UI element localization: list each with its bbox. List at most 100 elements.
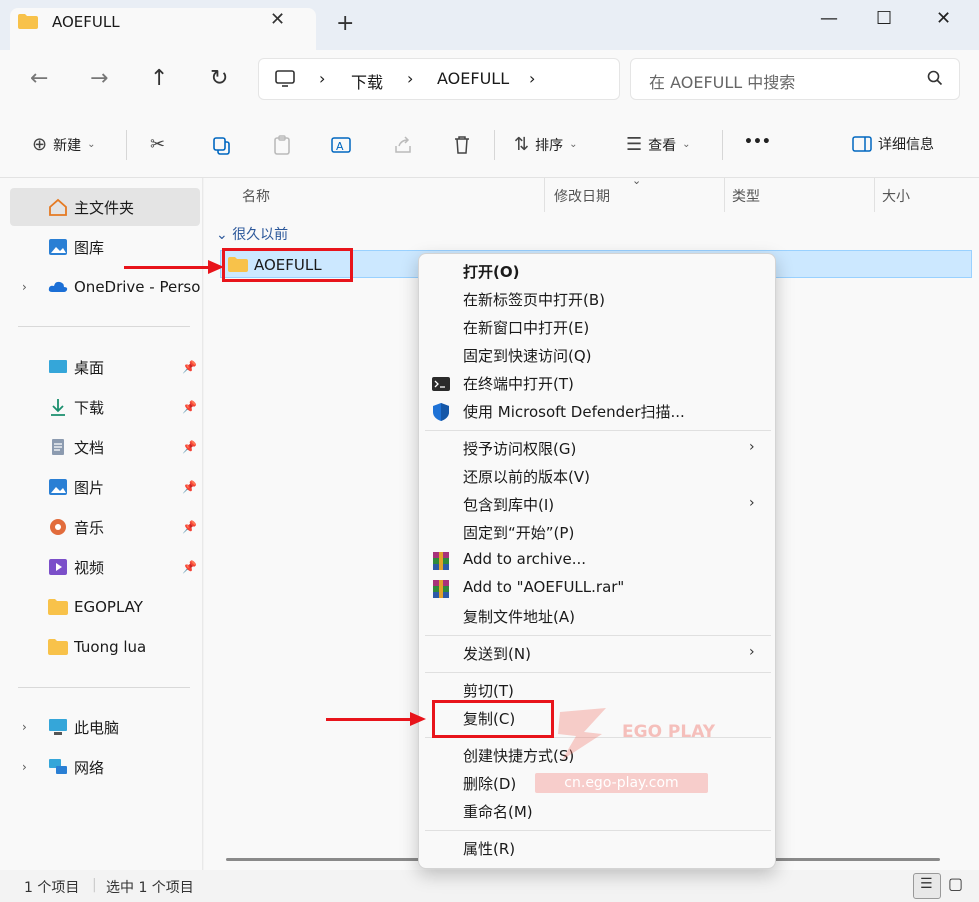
sidebar-item-music[interactable]: 音乐 📌 bbox=[10, 508, 200, 546]
chevron-down-icon: ⌄ bbox=[216, 227, 233, 243]
menu-item-grant-access[interactable]: 授予访问权限(G) › bbox=[419, 435, 775, 463]
details-button[interactable]: 详细信息 bbox=[852, 134, 934, 154]
cut-icon[interactable]: ✂ bbox=[150, 134, 165, 155]
column-divider[interactable] bbox=[874, 178, 875, 212]
pictures-icon bbox=[49, 479, 67, 495]
sort-button[interactable]: ⇅ 排序 ⌄ bbox=[514, 134, 577, 155]
navigation-pane: 主文件夹 图库 › OneDrive - Personal 桌面 📌 下载 📌 … bbox=[0, 178, 203, 870]
chevron-right-icon[interactable]: › bbox=[22, 280, 27, 294]
network-icon bbox=[49, 759, 67, 774]
menu-item-rename[interactable]: 重命名(M) bbox=[419, 798, 775, 826]
column-header-type[interactable]: 类型 bbox=[732, 186, 760, 206]
sidebar-item-documents[interactable]: 文档 📌 bbox=[10, 428, 200, 466]
back-icon[interactable]: ← bbox=[30, 66, 48, 91]
column-header-modified[interactable]: 修改日期 bbox=[554, 186, 610, 206]
menu-item-pin-quick-access[interactable]: 固定到快速访问(Q) bbox=[419, 342, 775, 370]
watermark-logo-icon bbox=[558, 708, 606, 760]
column-divider[interactable] bbox=[724, 178, 725, 212]
menu-item-pin-start[interactable]: 固定到“开始”(P) bbox=[419, 519, 775, 547]
folder-icon bbox=[48, 639, 68, 655]
close-tab-icon[interactable]: ✕ bbox=[270, 9, 285, 30]
delete-icon[interactable] bbox=[452, 134, 472, 156]
details-pane-icon bbox=[852, 136, 872, 152]
sidebar-item-gallery[interactable]: 图库 bbox=[10, 228, 200, 266]
sidebar-item-network[interactable]: › 网络 bbox=[10, 748, 200, 786]
sidebar-item-pictures[interactable]: 图片 📌 bbox=[10, 468, 200, 506]
menu-item-open-new-window[interactable]: 在新窗口中打开(E) bbox=[419, 314, 775, 342]
view-label: 查看 bbox=[648, 137, 677, 154]
menu-item-restore-versions[interactable]: 还原以前的版本(V) bbox=[419, 463, 775, 491]
sort-icon: ⇅ bbox=[514, 134, 530, 155]
paste-icon[interactable] bbox=[272, 134, 292, 156]
menu-item-add-rar[interactable]: Add to "AOEFULL.rar" bbox=[419, 575, 775, 603]
chevron-down-icon: ⌄ bbox=[87, 139, 96, 150]
menu-label: 包含到库中(I) bbox=[463, 496, 555, 514]
new-button[interactable]: ⊕ 新建 ⌄ bbox=[32, 134, 95, 155]
copy-icon[interactable] bbox=[212, 136, 232, 156]
pin-icon: 📌 bbox=[182, 520, 197, 534]
sidebar-item-downloads[interactable]: 下载 📌 bbox=[10, 388, 200, 426]
divider bbox=[494, 130, 495, 160]
address-bar[interactable]: › 下载 › AOEFULL › bbox=[258, 58, 620, 100]
menu-item-open-new-tab[interactable]: 在新标签页中打开(B) bbox=[419, 286, 775, 314]
menu-item-open-terminal[interactable]: 在终端中打开(T) bbox=[419, 370, 775, 398]
sidebar-item-egoplay[interactable]: EGOPLAY bbox=[10, 588, 200, 626]
rename-icon[interactable]: A bbox=[330, 134, 352, 156]
chevron-right-icon[interactable]: › bbox=[22, 760, 27, 774]
cloud-icon bbox=[48, 281, 68, 292]
item-count: 1 个项目 bbox=[24, 880, 80, 896]
breadcrumb-sep[interactable]: › bbox=[529, 69, 535, 88]
new-label: 新建 bbox=[53, 137, 82, 154]
more-options-button[interactable]: ••• bbox=[744, 134, 771, 150]
group-header[interactable]: ⌄ 很久以前 bbox=[216, 224, 288, 244]
menu-item-include-library[interactable]: 包含到库中(I) › bbox=[419, 491, 775, 519]
column-header-size[interactable]: 大小 bbox=[882, 186, 910, 206]
refresh-icon[interactable]: ↻ bbox=[210, 66, 228, 91]
winrar-icon bbox=[433, 580, 449, 598]
column-divider[interactable] bbox=[544, 178, 545, 212]
menu-item-copy-path[interactable]: 复制文件地址(A) bbox=[419, 603, 775, 631]
chevron-right-icon[interactable]: › bbox=[22, 720, 27, 734]
breadcrumb-downloads[interactable]: 下载 bbox=[351, 69, 383, 93]
pin-icon: 📌 bbox=[182, 560, 197, 574]
status-divider: | bbox=[92, 877, 97, 893]
highlight-box bbox=[432, 700, 554, 738]
details-view-toggle[interactable]: ☰ bbox=[913, 873, 941, 899]
menu-label: Add to "AOEFULL.rar" bbox=[463, 578, 625, 596]
minimize-button[interactable]: — bbox=[820, 8, 838, 29]
menu-item-add-archive[interactable]: Add to archive... bbox=[419, 547, 775, 575]
pin-icon: 📌 bbox=[182, 360, 197, 374]
share-icon[interactable] bbox=[392, 134, 414, 156]
home-icon bbox=[49, 198, 67, 216]
menu-label: 打开(O) bbox=[463, 263, 520, 281]
view-button[interactable]: ☰ 查看 ⌄ bbox=[626, 134, 691, 155]
breadcrumb-aoefull[interactable]: AOEFULL bbox=[437, 69, 509, 88]
sidebar-item-desktop[interactable]: 桌面 📌 bbox=[10, 348, 200, 386]
sidebar-item-videos[interactable]: 视频 📌 bbox=[10, 548, 200, 586]
menu-item-send-to[interactable]: 发送到(N) › bbox=[419, 640, 775, 668]
menu-item-defender-scan[interactable]: 使用 Microsoft Defender扫描... bbox=[419, 398, 775, 426]
sidebar-item-home[interactable]: 主文件夹 bbox=[10, 188, 200, 226]
gallery-icon bbox=[49, 239, 67, 255]
watermark-url: cn.ego-play.com bbox=[535, 773, 708, 793]
maximize-button[interactable]: ☐ bbox=[876, 8, 892, 29]
tiles-view-icon[interactable]: ▢ bbox=[948, 874, 963, 893]
menu-item-open[interactable]: 打开(O) bbox=[419, 258, 775, 286]
sidebar-item-this-pc[interactable]: › 此电脑 bbox=[10, 708, 200, 746]
winrar-icon bbox=[433, 552, 449, 570]
new-tab-button[interactable]: + bbox=[336, 13, 354, 35]
sidebar-item-label: 主文件夹 bbox=[74, 198, 135, 217]
menu-item-properties[interactable]: 属性(R) bbox=[419, 835, 775, 863]
forward-icon[interactable]: → bbox=[90, 66, 108, 91]
menu-label: 使用 Microsoft Defender扫描... bbox=[463, 403, 685, 421]
annotation-arrowhead bbox=[208, 260, 224, 274]
search-box[interactable]: 在 AOEFULL 中搜索 bbox=[630, 58, 960, 100]
menu-label: 重命名(M) bbox=[463, 803, 533, 821]
close-window-button[interactable]: ✕ bbox=[936, 8, 951, 29]
column-header-name[interactable]: 名称 bbox=[242, 186, 270, 206]
chevron-down-icon: ⌄ bbox=[569, 139, 578, 150]
up-icon[interactable]: ↑ bbox=[150, 66, 168, 91]
menu-divider bbox=[425, 430, 771, 431]
sidebar-item-tuong-lua[interactable]: Tuong lua bbox=[10, 628, 200, 666]
sidebar-item-onedrive[interactable]: › OneDrive - Personal bbox=[10, 268, 200, 306]
